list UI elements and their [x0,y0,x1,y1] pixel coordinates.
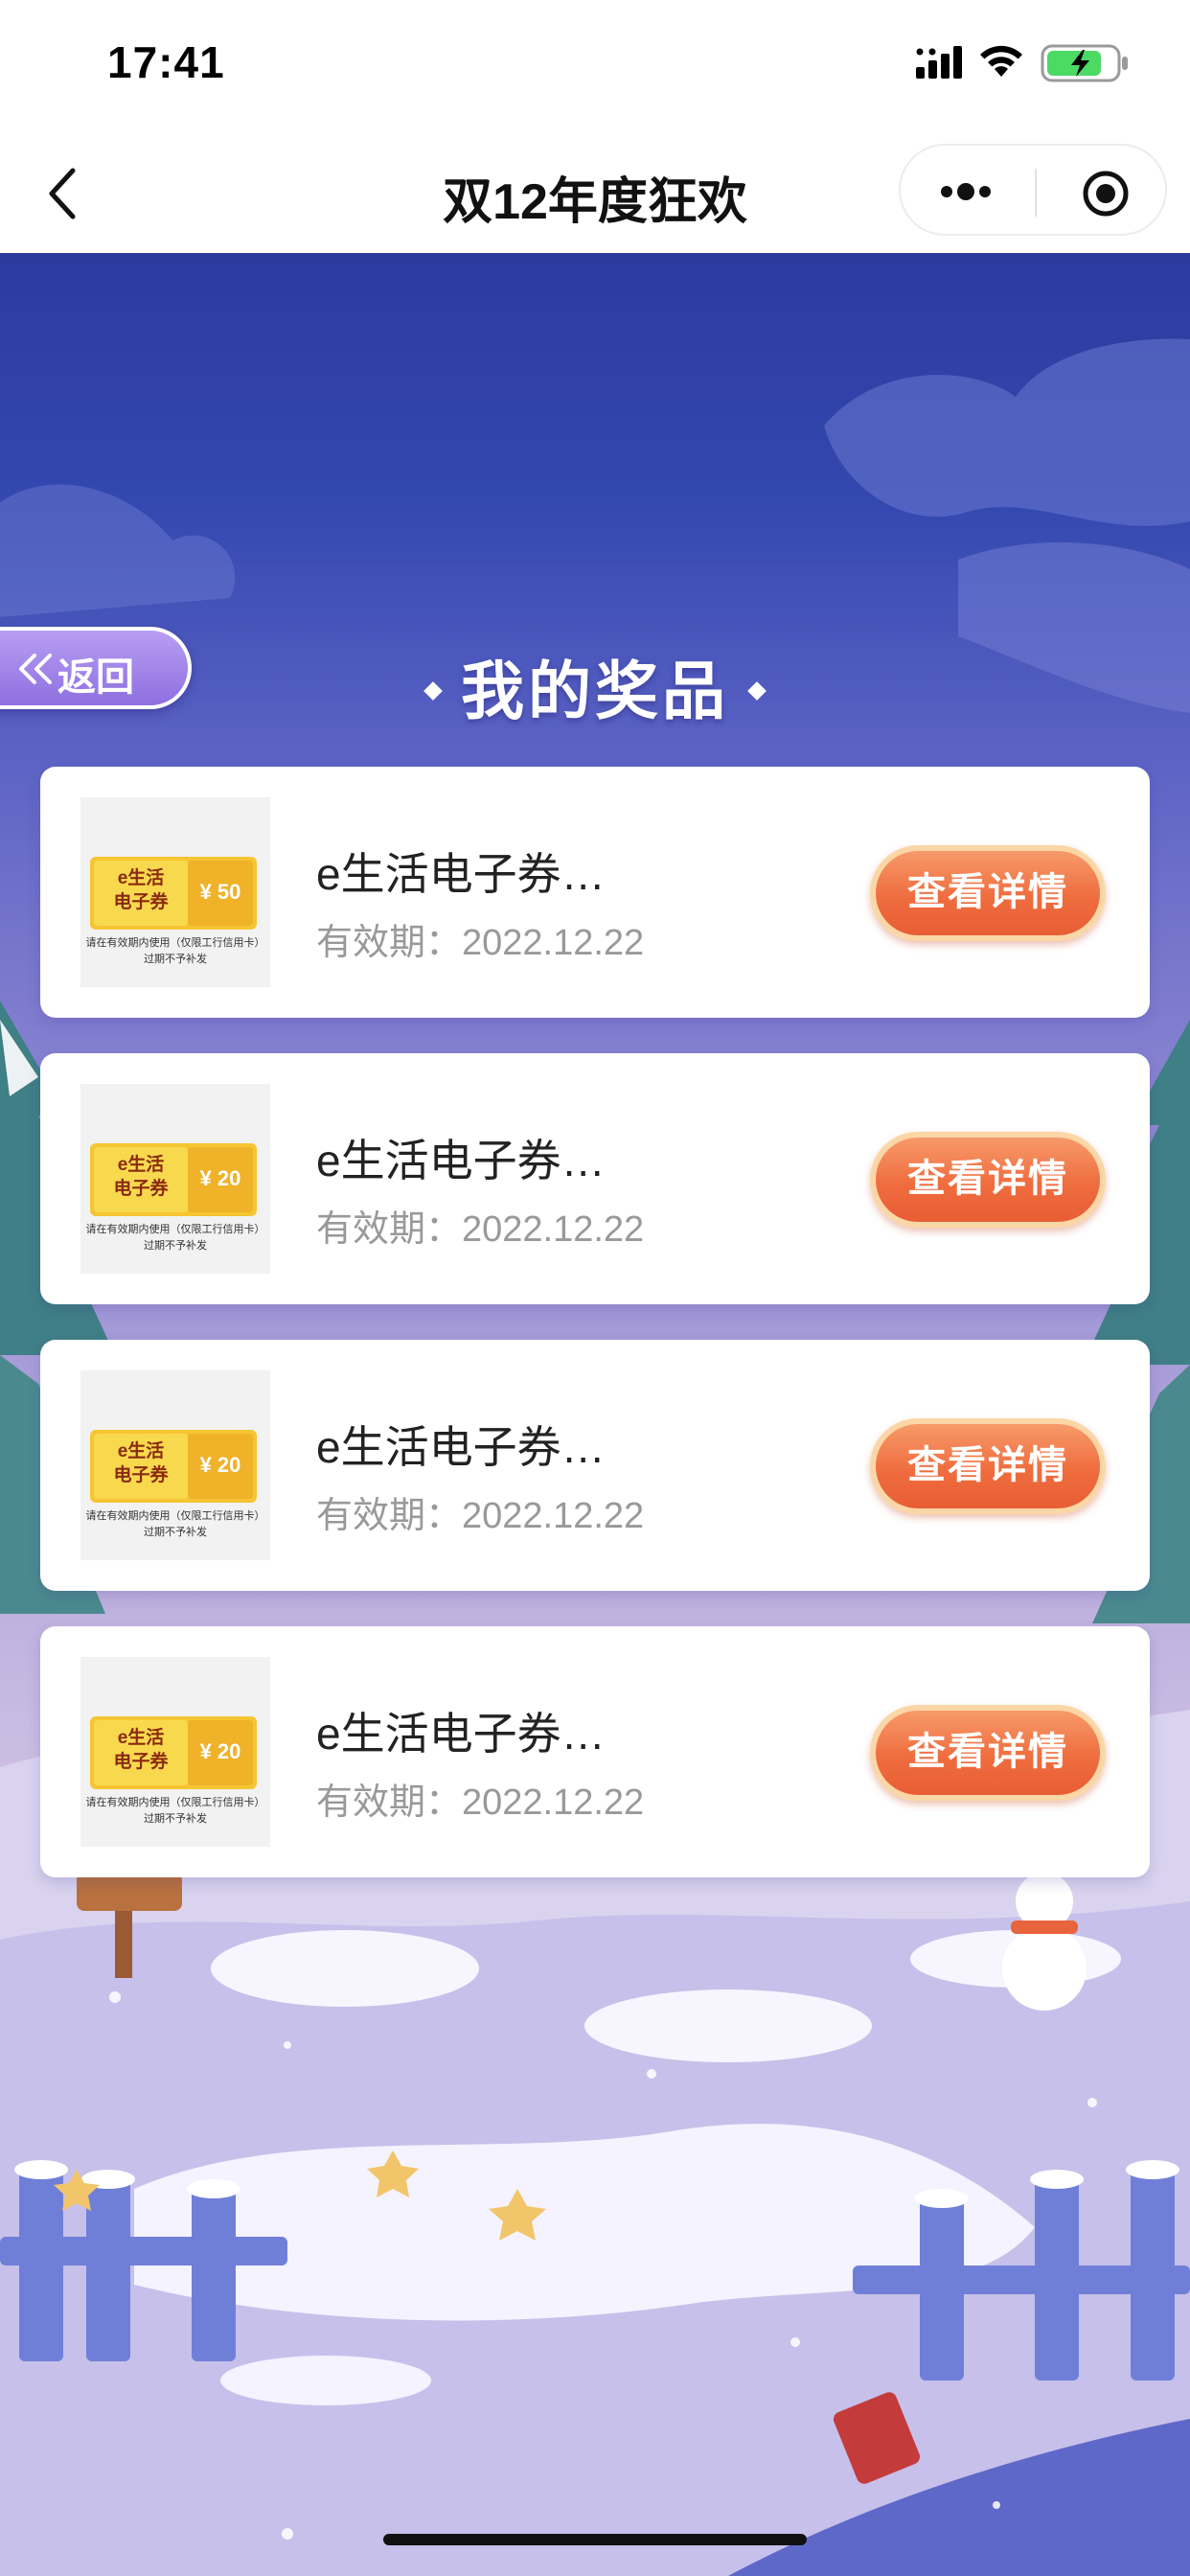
coupon-ticket: e生活 电子券 ¥ 20 [90,1430,257,1503]
coupon-amount: ¥ 50 [199,880,241,904]
coupon-amount: ¥ 20 [199,1739,241,1763]
prize-list: e生活 电子券 ¥ 50 请在有效期内使用（仅限工行信用卡） 过期不予补发 e生… [40,767,1150,1913]
coupon-note: 请在有效期内使用（仅限工行信用卡） 过期不予补发 [85,1224,265,1252]
coupon-ticket: e生活 电子券 ¥ 20 [90,1143,257,1216]
coupon-ticket: e生活 电子券 ¥ 50 [90,857,257,930]
prize-name: e生活电子券… [316,1709,606,1759]
status-bar: 17:41 [0,0,1190,134]
prize-validity: 有效期：2022.12.22 [316,1209,645,1250]
coupon-brand: e生活 电子券 [113,868,169,912]
section-title-text: 我的奖品 [461,656,729,726]
prize-card: e生活 电子券 ¥ 20 请在有效期内使用（仅限工行信用卡） 过期不予补发 e生… [40,1053,1150,1304]
coupon-note: 请在有效期内使用（仅限工行信用卡） 过期不予补发 [85,1510,265,1538]
coupon-thumbnail: e生活 电子券 ¥ 20 请在有效期内使用（仅限工行信用卡） 过期不予补发 [80,1657,270,1847]
prize-name: e生活电子券… [316,1422,606,1472]
prize-page: 返回 我的奖品 e生活 电子券 ¥ 50 请在有效期内使用（仅限工行信用卡） 过… [0,253,1190,2576]
prize-validity: 有效期：2022.12.22 [316,1496,645,1536]
section-title: 我的奖品 [0,640,1190,732]
view-details-button[interactable]: 查看详情 [870,1418,1106,1514]
home-indicator[interactable] [383,2534,807,2545]
view-details-button[interactable]: 查看详情 [870,1132,1106,1228]
mini-program-capsule [899,144,1167,236]
coupon-brand: e生活 电子券 [113,1155,169,1199]
close-target-icon[interactable] [1081,169,1131,218]
view-details-button[interactable]: 查看详情 [870,1705,1106,1801]
capsule-divider [1035,169,1037,217]
prize-validity: 有效期：2022.12.22 [316,1782,645,1823]
more-icon[interactable] [935,172,996,211]
signal-icon [916,46,962,79]
wifi-icon [980,45,1022,77]
coupon-thumbnail: e生活 电子券 ¥ 20 请在有效期内使用（仅限工行信用卡） 过期不予补发 [80,1370,270,1560]
status-time: 17:41 [107,37,225,87]
coupon-amount: ¥ 20 [199,1166,241,1190]
nav-bar: 双12年度狂欢 [0,134,1190,253]
prize-card: e生活 电子券 ¥ 20 请在有效期内使用（仅限工行信用卡） 过期不予补发 e生… [40,1340,1150,1591]
coupon-note: 请在有效期内使用（仅限工行信用卡） 过期不予补发 [85,1797,265,1825]
coupon-thumbnail: e生活 电子券 ¥ 20 请在有效期内使用（仅限工行信用卡） 过期不予补发 [80,1084,270,1274]
coupon-thumbnail: e生活 电子券 ¥ 50 请在有效期内使用（仅限工行信用卡） 过期不予补发 [80,797,270,987]
prize-validity: 有效期：2022.12.22 [316,923,645,963]
battery-charging-icon [1041,44,1128,82]
prize-name: e生活电子券… [316,849,606,899]
prize-card: e生活 电子券 ¥ 50 请在有效期内使用（仅限工行信用卡） 过期不予补发 e生… [40,767,1150,1018]
coupon-brand: e生活 电子券 [113,1441,169,1485]
title-dot-left [423,680,443,701]
coupon-amount: ¥ 20 [199,1453,241,1477]
title-dot-right [747,680,767,701]
coupon-brand: e生活 电子券 [113,1728,169,1772]
coupon-note: 请在有效期内使用（仅限工行信用卡） 过期不予补发 [85,937,265,965]
status-icons [881,42,1131,82]
coupon-ticket: e生活 电子券 ¥ 20 [90,1716,257,1789]
prize-card: e生活 电子券 ¥ 20 请在有效期内使用（仅限工行信用卡） 过期不予补发 e生… [40,1626,1150,1877]
prize-name: e生活电子券… [316,1136,606,1185]
view-details-button[interactable]: 查看详情 [870,845,1106,941]
